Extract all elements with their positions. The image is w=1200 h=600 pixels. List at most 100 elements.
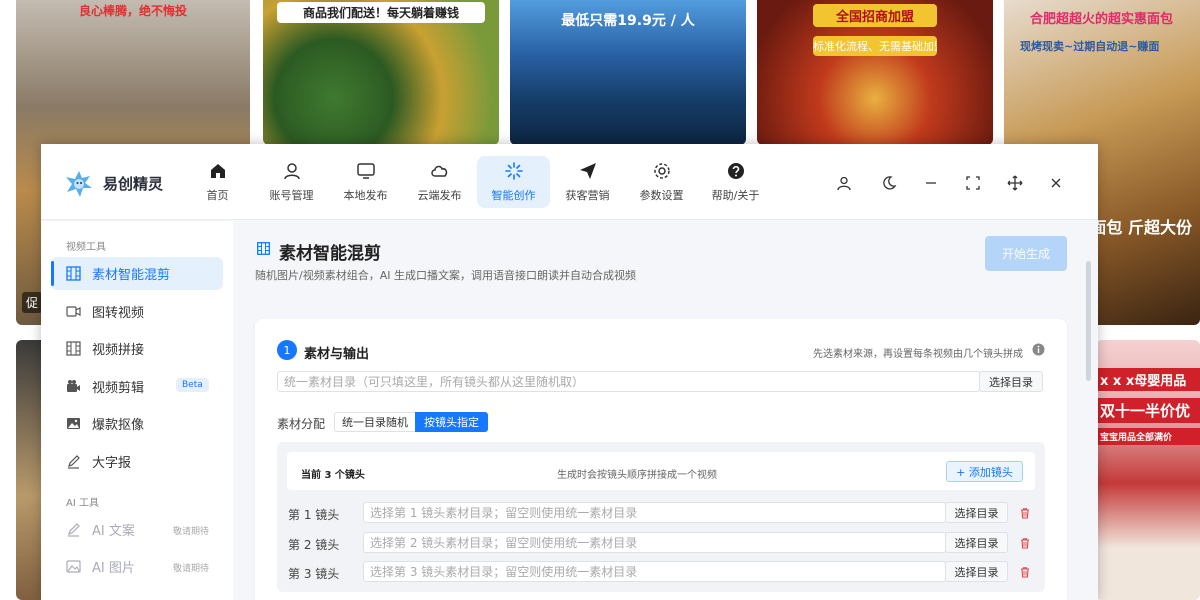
shot-label: 第 1 镜头 — [288, 508, 340, 522]
close-icon — [1051, 178, 1061, 188]
nav-label: 账号管理 — [269, 189, 314, 202]
camera-icon — [67, 380, 80, 392]
scrollbar[interactable] — [1086, 261, 1091, 381]
nav-local-publish[interactable]: 本地发布 — [329, 156, 402, 208]
delete-icon[interactable] — [1019, 537, 1031, 549]
nav-marketing[interactable]: 获客营销 — [551, 156, 624, 208]
shot-select-dir-button[interactable]: 选择目录 — [945, 502, 1008, 523]
pen-icon — [68, 455, 80, 469]
step-number: 1 — [277, 340, 297, 360]
sidebar: 视频工具 素材智能混剪 图转视频 视频拼接 视频剪辑 Beta 爆款抠像 大字报… — [41, 221, 233, 600]
shot-dir-input[interactable]: 选择第 3 镜头素材目录；留空则使用统一素材目录 — [363, 561, 946, 582]
app-name: 易创精灵 — [103, 175, 164, 193]
unified-dir-input[interactable]: 统一素材目录（可只填这里，所有镜头都从这里随机取） — [277, 371, 980, 392]
sidebar-item-label: 爆款抠像 — [92, 418, 145, 433]
thumbnail-caption: x x x母婴用品 — [1096, 368, 1200, 391]
monitor-icon — [356, 163, 375, 179]
user-icon — [283, 163, 300, 180]
image-icon — [66, 560, 81, 573]
feed-thumbnail[interactable]: 最低只需19.9元 / 人 — [510, 0, 746, 145]
nav-settings[interactable]: 参数设置 — [625, 156, 698, 208]
shot-label: 第 2 镜头 — [288, 538, 340, 552]
image-icon — [67, 418, 80, 429]
nav-label: 参数设置 — [639, 189, 684, 202]
account-button[interactable] — [833, 172, 855, 194]
send-icon — [579, 163, 596, 179]
maximize-button[interactable] — [962, 172, 984, 194]
nav-accounts[interactable]: 账号管理 — [255, 156, 328, 208]
sidebar-item-matting[interactable]: 爆款抠像 — [51, 407, 223, 440]
shot-dir-input[interactable]: 选择第 2 镜头素材目录；留空则使用统一素材目录 — [363, 532, 946, 553]
info-icon[interactable] — [1032, 343, 1045, 356]
mode-unified-random[interactable]: 统一目录随机 — [334, 412, 416, 432]
delete-icon[interactable] — [1019, 507, 1031, 519]
sparkle-icon — [504, 162, 523, 180]
grid-film-icon — [257, 242, 270, 255]
film-icon — [66, 341, 81, 356]
material-output-card: 1 素材与输出 先选素材来源，再设置每条视频由几个镜头拼成 统一素材目录（可只填… — [255, 319, 1067, 600]
nav-label: 云端发布 — [417, 189, 462, 202]
shot-select-dir-button[interactable]: 选择目录 — [945, 532, 1008, 553]
app-logo-icon — [66, 171, 92, 197]
title-bar: 易创精灵 首页 账号管理 本地发布 云端发布 智能创作 获客营销 参数设置 帮助… — [41, 144, 1098, 220]
feed-thumbnail[interactable]: 商品我们配送！每天躺着赚钱 — [263, 0, 499, 145]
sidebar-item-label: 视频拼接 — [92, 343, 145, 358]
sidebar-item-ai-copy[interactable]: AI 文案 敬请期待 — [51, 513, 223, 546]
thumbnail-caption: 合肥超超火的超实惠面包 — [1030, 12, 1174, 27]
move-icon — [1007, 175, 1023, 191]
sidebar-item-label: AI 图片 — [92, 561, 135, 576]
thumbnail-caption: 最低只需19.9元 / 人 — [561, 13, 695, 29]
step-title: 素材与输出 — [304, 347, 370, 362]
sidebar-item-big-poster[interactable]: 大字报 — [51, 445, 223, 478]
nav-smart-creation[interactable]: 智能创作 — [477, 156, 550, 208]
nav-label: 帮助/关于 — [711, 189, 760, 202]
shot-select-dir-button[interactable]: 选择目录 — [945, 561, 1008, 582]
sidebar-item-video-concat[interactable]: 视频拼接 — [51, 332, 223, 365]
nav-label: 智能创作 — [491, 189, 536, 202]
close-button[interactable] — [1045, 172, 1067, 194]
page-title: 素材智能混剪 — [279, 244, 381, 264]
help-icon — [727, 163, 744, 179]
add-shot-button[interactable]: + 添加镜头 — [946, 461, 1023, 482]
shot-label: 第 3 镜头 — [288, 567, 340, 581]
grid-film-icon — [66, 266, 81, 281]
thumbnail-subcaption: 标准化流程、无需基础加盟 — [813, 36, 937, 56]
nav-cloud-publish[interactable]: 云端发布 — [403, 156, 476, 208]
video-icon — [66, 306, 81, 317]
minimize-button[interactable] — [920, 172, 942, 194]
shots-panel: 当前 3 个镜头 生成时会按镜头顺序拼接成一个视频 + 添加镜头 第 1 镜头 … — [277, 442, 1045, 592]
thumbnail-caption: 商品我们配送！每天躺着赚钱 — [277, 2, 485, 23]
select-dir-button[interactable]: 选择目录 — [979, 371, 1043, 392]
sidebar-item-label: AI 文案 — [92, 524, 135, 539]
thumbnail-tag: 促 — [22, 292, 43, 313]
shot-dir-input[interactable]: 选择第 1 镜头素材目录；留空则使用统一素材目录 — [363, 502, 946, 523]
sidebar-item-label: 图转视频 — [92, 306, 145, 321]
step-hint: 先选素材来源，再设置每条视频由几个镜头拼成 — [813, 349, 1023, 360]
move-button[interactable] — [1004, 172, 1026, 194]
user-icon — [837, 176, 851, 191]
start-generate-button[interactable]: 开始生成 — [985, 236, 1067, 271]
sidebar-section-title: AI 工具 — [66, 498, 99, 509]
nav-help[interactable]: 帮助/关于 — [699, 156, 772, 208]
sidebar-item-video-edit[interactable]: 视频剪辑 Beta — [51, 370, 223, 403]
shots-count: 当前 3 个镜头 — [301, 470, 365, 481]
feed-thumbnail[interactable]: 全国招商加盟 标准化流程、无需基础加盟 — [757, 0, 993, 145]
delete-icon[interactable] — [1019, 566, 1031, 578]
nav-label: 首页 — [206, 189, 229, 202]
sidebar-item-label: 大字报 — [92, 456, 132, 471]
sidebar-item-material-mix[interactable]: 素材智能混剪 — [51, 257, 223, 290]
thumbnail-subcaption: 双十一半价优 — [1096, 398, 1200, 423]
nav-home[interactable]: 首页 — [181, 156, 254, 208]
thumbnail-caption: 全国招商加盟 — [813, 4, 937, 27]
beta-badge: Beta — [176, 378, 209, 392]
sidebar-item-ai-image[interactable]: AI 图片 敬请期待 — [51, 550, 223, 583]
nav-label: 本地发布 — [343, 189, 388, 202]
feed-thumbnail[interactable]: x x x母婴用品 双十一半价优 宝宝用品全部满价 — [1096, 340, 1200, 600]
page-description: 随机图片/视频素材组合，AI 生成口播文案，调用语音接口朗读并自动合成视频 — [255, 269, 636, 282]
sidebar-item-image-to-video[interactable]: 图转视频 — [51, 295, 223, 328]
gear-icon — [653, 163, 670, 179]
mode-by-shot[interactable]: 按镜头指定 — [415, 412, 488, 432]
sidebar-item-label: 视频剪辑 — [92, 381, 145, 396]
shots-note: 生成时会按镜头顺序拼接成一个视频 — [557, 470, 717, 481]
theme-toggle-button[interactable] — [878, 172, 900, 194]
